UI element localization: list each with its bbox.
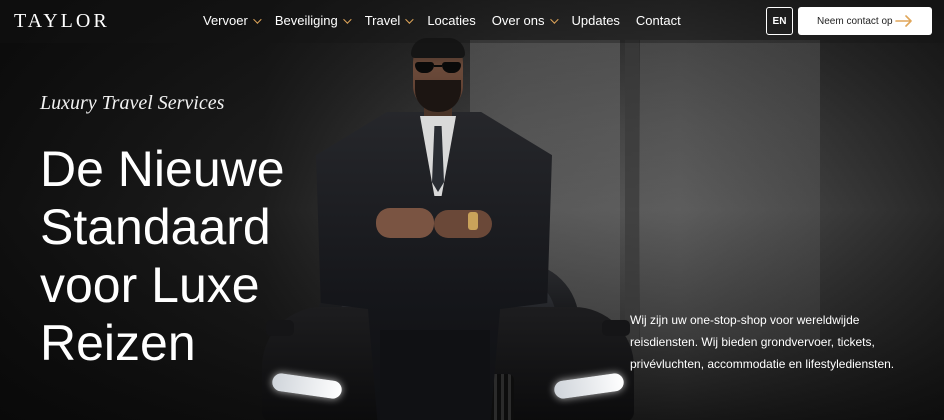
nav-item-over-ons[interactable]: Over ons [491,13,559,28]
chevron-down-icon [549,14,559,24]
nav-item-label: Locaties [427,13,476,28]
arrow-right-icon [895,15,912,27]
chevron-down-icon [342,14,352,24]
nav-item-vervoer[interactable]: Vervoer [203,13,262,28]
nav-item-label: Updates [571,13,620,28]
nav-item-label: Contact [635,13,681,28]
hero-intro-text: Wij zijn uw one-stop-shop voor wereldwij… [630,313,895,371]
nav-item-beveiliging[interactable]: Beveiliging [274,13,352,28]
nav-item-label: Beveiliging [274,13,338,28]
nav-item-label: Vervoer [203,13,248,28]
nav-item-travel[interactable]: Travel [364,13,414,28]
hero-tagline: Luxury Travel Services [40,92,225,114]
nav-item-locaties[interactable]: Locaties [427,13,475,28]
contact-cta-button[interactable]: Neem contact op [798,7,932,35]
cta-label: Neem contact op [817,15,893,27]
chevron-down-icon [252,14,262,24]
nav-item-contact[interactable]: Contact [636,13,681,28]
hero-headline: De Nieuwe Standaard voor Luxe Reizen [40,141,285,371]
nav-item-label: Over ons [491,13,545,28]
main-menu: Vervoer Beveiliging Travel Locaties Over… [203,13,697,28]
logo[interactable]: TAYLOR [14,10,110,33]
hero-person-image [316,38,552,420]
chevron-down-icon [405,14,414,24]
background-wall [640,40,820,340]
nav-item-label: Travel [364,13,401,28]
top-navigation: TAYLOR Vervoer Beveiliging Travel Locati… [0,0,944,43]
nav-item-updates[interactable]: Updates [572,13,620,28]
language-switch-button[interactable]: EN [766,7,793,35]
